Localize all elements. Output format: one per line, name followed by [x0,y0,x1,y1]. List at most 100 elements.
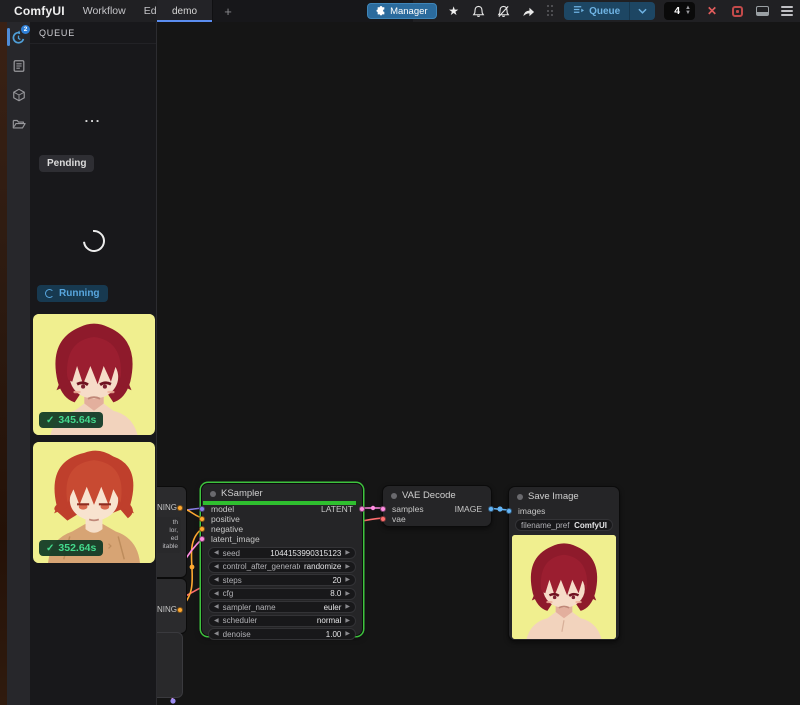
widget-steps[interactable]: ◀ steps 20 ▶ [208,574,356,586]
batch-count-stepper[interactable]: 4 ▲ ▼ [664,2,695,20]
hamburger-menu-icon[interactable] [779,3,795,19]
queue-sidebar-panel: QUEUE ... Pending Running ✓ 345.64s ✓ 35… [30,22,157,705]
decrement-icon[interactable]: ◀ [214,618,219,624]
output-label-fragment: NING [157,503,177,512]
increment-icon[interactable]: ▶ [345,550,350,556]
output-port-conditioning[interactable] [177,505,183,511]
widget-scheduler[interactable]: ◀ scheduler normal ▶ [208,615,356,627]
input-label-latent-image: latent_image [211,534,260,544]
queue-panel-title: QUEUE [30,22,156,44]
running-badge-label: Running [59,288,100,299]
running-badge: Running [37,285,108,302]
decrement-icon[interactable]: ◀ [214,591,219,597]
increment-icon[interactable]: ▶ [345,591,350,597]
bell-slash-icon[interactable] [496,3,512,19]
app-logo[interactable]: ComfyUI [14,4,65,18]
node-header[interactable]: KSampler [202,484,362,501]
top-menubar: ComfyUI Workflow Edit Help demo + Manage… [0,0,800,22]
sidebar-item-queue[interactable]: 2 [7,28,30,46]
increment-icon[interactable]: ▶ [345,618,350,624]
check-icon: ✓ [46,415,54,426]
decrement-icon[interactable]: ◀ [214,604,219,610]
output-port-conditioning[interactable] [177,607,183,613]
sidebar-item-workflows[interactable] [7,115,30,133]
toolbar-drag-handle-icon[interactable] [547,5,555,17]
node-header[interactable]: VAE Decode [383,486,491,503]
comfyui-app: ComfyUI Workflow Edit Help demo + Manage… [0,0,800,705]
clear-queue-icon[interactable]: ✕ [704,3,720,19]
tab-demo[interactable]: demo [157,0,213,22]
output-label-latent: LATENT [321,504,353,514]
star-icon[interactable]: ★ [446,3,462,19]
bottom-panel-toggle-icon[interactable] [754,3,770,19]
node-title: KSampler [221,488,263,499]
batch-count-value: 4 [674,5,680,17]
collapse-dot-icon[interactable] [517,494,523,500]
input-label-images: images [518,506,545,516]
node-save-image[interactable]: Save Image images filename_prefix ComfyU… [508,486,620,641]
queue-result-item[interactable]: ✓ 352.64s [33,442,155,563]
queue-options-chevron[interactable] [629,2,655,20]
wire-negative-midpoint-dot [190,565,195,570]
output-port-image[interactable] [488,506,494,512]
input-port-latent-image[interactable] [199,536,205,542]
topbar-right-controls: Manager ★ Queue [367,0,795,22]
widget-sampler-name[interactable]: ◀ sampler_name euler ▶ [208,601,356,613]
input-port-model[interactable] [199,506,205,512]
increment-icon[interactable]: ▶ [345,564,350,570]
tab-demo-label: demo [172,6,197,17]
saved-image-preview[interactable] [512,535,616,639]
decrement-icon[interactable]: ◀ [214,631,219,637]
decrement-icon[interactable]: ◀ [214,577,219,583]
loading-spinner [79,226,110,257]
queue-result-item[interactable]: ✓ 345.64s [33,314,155,435]
bell-icon[interactable] [471,3,487,19]
desktop-edge-strip [0,22,7,705]
manager-button-label: Manager [390,6,428,17]
share-arrow-icon[interactable] [521,3,537,19]
cube-icon [12,88,26,102]
node-header[interactable]: Save Image [509,487,619,504]
collapse-dot-icon[interactable] [210,491,216,497]
widget-filename-prefix[interactable]: filename_prefix ComfyUI [515,519,613,531]
manager-button[interactable]: Manager [367,3,437,19]
queue-button-label: Queue [589,6,620,17]
input-label-model: model [211,504,234,514]
sidebar-item-node-library[interactable] [7,57,30,75]
input-port-positive[interactable] [199,516,205,522]
input-port-images[interactable] [506,508,512,514]
new-workflow-tab-button[interactable]: + [213,0,243,22]
menu-workflow[interactable]: Workflow [83,5,126,17]
input-port-negative[interactable] [199,526,205,532]
stop-icon[interactable] [729,3,745,19]
sidebar-item-model-library[interactable] [7,86,30,104]
queue-run-button[interactable]: Queue [564,2,655,20]
input-port-vae[interactable] [380,516,386,522]
decrement-icon[interactable]: ◀ [214,564,219,570]
increment-icon[interactable]: ▶ [345,631,350,637]
output-label-image: IMAGE [455,504,482,514]
puzzle-icon [376,6,386,16]
widget-control-after-generate[interactable]: ◀ control_after_generate randomize ▶ [208,561,356,573]
increment-icon[interactable]: ▶ [345,604,350,610]
increment-icon[interactable]: ▶ [345,577,350,583]
output-port-latent[interactable] [359,506,365,512]
input-port-samples[interactable] [380,506,386,512]
graph-canvas[interactable]: NING th lor, ed itable NING KSampler mo [157,22,800,705]
node-title: Save Image [528,491,579,502]
decrement-icon[interactable]: ◀ [214,550,219,556]
queue-overflow-button[interactable]: ... [30,110,156,125]
node-vae-decode[interactable]: VAE Decode samples IMAGE vae [382,485,492,527]
clipped-text-widget[interactable] [157,632,183,698]
running-spinner-icon [45,289,54,298]
batch-decrement-icon[interactable]: ▼ [685,11,691,16]
duration-value: 345.64s [58,414,96,426]
widget-seed[interactable]: ◀ seed 1044153990315123 ▶ [208,547,356,559]
prompt-text-fragment[interactable]: th lor, ed itable [157,517,181,553]
node-clip-text-encode-negative-clipped[interactable]: NING [157,578,187,634]
node-clip-text-encode-positive-clipped[interactable]: NING th lor, ed itable [157,486,187,578]
widget-cfg[interactable]: ◀ cfg 8.0 ▶ [208,588,356,600]
widget-denoise[interactable]: ◀ denoise 1.00 ▶ [208,628,356,640]
node-ksampler[interactable]: KSampler model LATENT positive negative … [201,483,363,636]
collapse-dot-icon[interactable] [391,493,397,499]
